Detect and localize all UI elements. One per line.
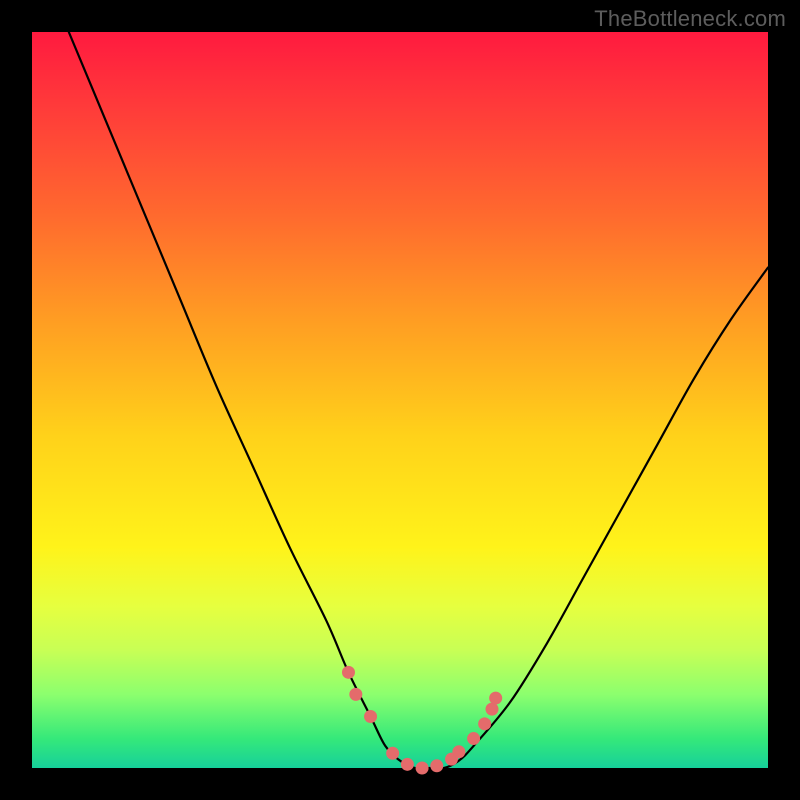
curve-marker — [416, 762, 429, 775]
bottleneck-curve-svg — [32, 32, 768, 768]
curve-marker — [364, 710, 377, 723]
curve-marker — [467, 732, 480, 745]
curve-markers — [342, 666, 502, 775]
curve-marker — [401, 758, 414, 771]
curve-marker — [489, 692, 502, 705]
watermark-text: TheBottleneck.com — [594, 6, 786, 32]
curve-marker — [452, 745, 465, 758]
chart-frame: TheBottleneck.com — [0, 0, 800, 800]
curve-marker — [349, 688, 362, 701]
curve-marker — [486, 703, 499, 716]
curve-marker — [430, 759, 443, 772]
curve-marker — [386, 747, 399, 760]
bottleneck-curve — [69, 32, 768, 769]
curve-marker — [342, 666, 355, 679]
curve-marker — [478, 717, 491, 730]
plot-area — [32, 32, 768, 768]
